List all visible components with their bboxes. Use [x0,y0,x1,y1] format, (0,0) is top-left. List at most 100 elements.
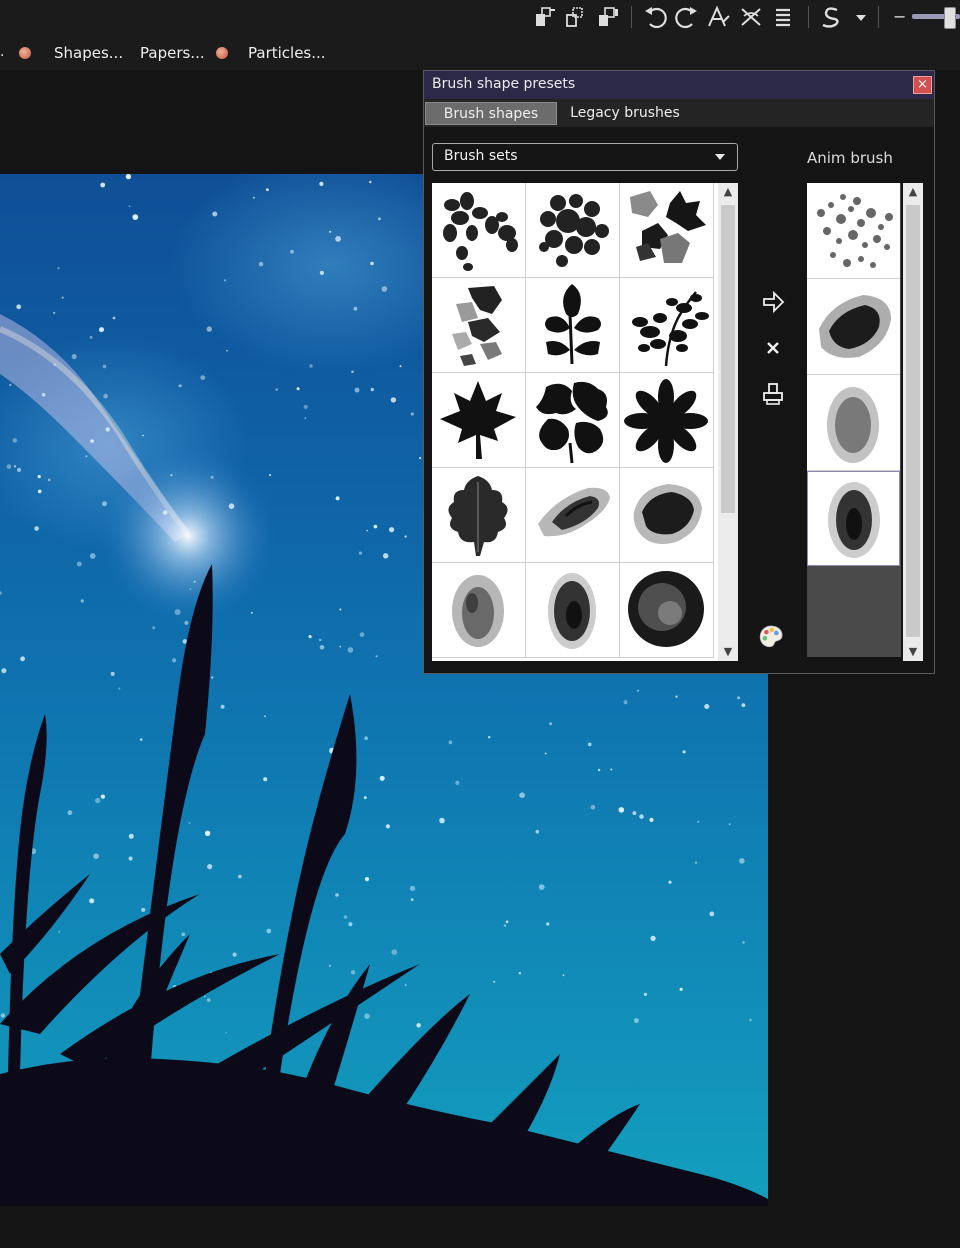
brush-dark-sponge[interactable] [526,563,620,658]
brush-shape-presets-panel: Brush shape presets × Brush shapes Legac… [423,70,935,674]
brush-maple-leaf[interactable] [432,373,526,468]
sparkle [348,922,353,927]
layer-icon[interactable] [594,4,620,30]
sparkle [350,970,356,975]
sparkle [12,438,17,443]
sparkle [439,817,445,824]
sparkle [354,387,360,393]
sparkle [358,551,362,555]
stroke-icon[interactable] [818,4,844,30]
scroll-up-icon[interactable]: ▲ [718,183,738,201]
sparkle [373,524,378,529]
anim-dark-stroke[interactable] [807,279,900,375]
scroll-thumb[interactable] [721,205,735,513]
sparkle [728,823,731,826]
scroll-thumb[interactable] [906,205,920,637]
paste-icon[interactable] [532,4,558,30]
sparkle [649,817,654,823]
anim-brush-list [807,183,901,657]
brush-daisy-flower[interactable] [620,373,714,468]
remove-x-icon[interactable] [760,335,786,361]
brush-grid-scrollbar[interactable]: ▲ ▼ [718,183,738,661]
brush-round-sponge[interactable] [620,563,714,658]
sparkle [538,884,545,890]
anim-grey-texture[interactable] [807,375,900,471]
sparkle [210,475,214,479]
sparkle [304,417,307,419]
sparkle [366,529,368,532]
sparkle [704,704,710,709]
align-icon[interactable] [770,4,796,30]
sparkle [141,907,146,912]
sparkle [697,820,700,823]
brush-oak-leaf[interactable] [432,468,526,563]
brush-dark-smudge[interactable] [620,468,714,563]
tab-legacy-brushes[interactable]: Legacy brushes [561,102,689,125]
menu-overflow-dot: . [0,44,5,60]
menu-papers[interactable]: Papers... [140,44,205,62]
sparkle [258,261,264,267]
sparkle [335,893,339,897]
brush-foliage-branch[interactable] [620,278,714,373]
brush-autumn-leaves-cluster[interactable] [620,183,714,278]
sparkle [546,922,550,926]
brush-oak-leaves[interactable] [526,373,620,468]
anim-scattered-flakes[interactable] [807,183,900,279]
zoom-minus-label[interactable]: − [893,7,906,26]
sparkle [103,393,108,399]
sparkle [128,205,131,208]
sparkle [37,489,42,494]
sparkle [378,217,381,221]
scroll-down-icon[interactable]: ▼ [718,643,738,661]
duplicate-icon[interactable] [562,4,588,30]
menu-shapes[interactable]: Shapes... [54,44,123,62]
sparkle [448,740,453,745]
sparkle [105,427,110,432]
brush-charcoal-smudge[interactable] [526,468,620,563]
sparkle [223,279,227,282]
close-button[interactable]: × [913,76,932,94]
sparkle [58,930,61,933]
menu-particles[interactable]: Particles... [248,44,326,62]
sparkle [410,412,414,416]
brush-round-leaves-cluster[interactable] [526,183,620,278]
brush-torn-leaves[interactable] [432,278,526,373]
sparkle [303,404,308,409]
add-arrow-icon[interactable] [760,289,786,315]
sparkle [80,599,85,603]
sparkle [20,656,25,662]
redo-icon[interactable] [674,4,700,30]
zoom-slider-thumb[interactable] [944,7,956,29]
top-toolbar: − [0,0,960,36]
transform-icon[interactable] [738,4,764,30]
anim-brush-scrollbar[interactable]: ▲ ▼ [903,183,923,661]
sparkle [518,972,521,975]
tab-brush-shapes[interactable]: Brush shapes [425,102,557,125]
scroll-up-icon[interactable]: ▲ [903,183,923,201]
sparkle [152,626,156,630]
brush-grey-sponge[interactable] [432,563,526,658]
scroll-down-icon[interactable]: ▼ [903,643,923,661]
sparkle [53,311,56,314]
sparkle [343,915,348,919]
sparkle [232,952,237,957]
stamp-icon[interactable] [760,381,786,407]
sparkle [53,363,56,366]
sparkle [162,510,168,515]
panel-titlebar[interactable]: Brush shape presets × [424,71,934,99]
menu-bar: . Shapes... Papers... Particles... [0,36,960,70]
palette-icon[interactable] [758,623,792,657]
text-icon[interactable] [706,4,732,30]
undo-icon[interactable] [642,4,668,30]
brush-leaf-sprig[interactable] [526,278,620,373]
sparkle [335,496,340,501]
sparkle [125,174,132,180]
sparkle [404,535,407,538]
brush-sets-dropdown[interactable]: Brush sets [432,143,738,171]
sparkle [488,736,491,739]
anim-dark-texture[interactable] [807,471,900,566]
brush-petals-cluster[interactable] [432,183,526,278]
dropdown-icon[interactable] [848,4,874,30]
sparkle [562,974,565,977]
menu-bullet-icon [216,47,228,59]
